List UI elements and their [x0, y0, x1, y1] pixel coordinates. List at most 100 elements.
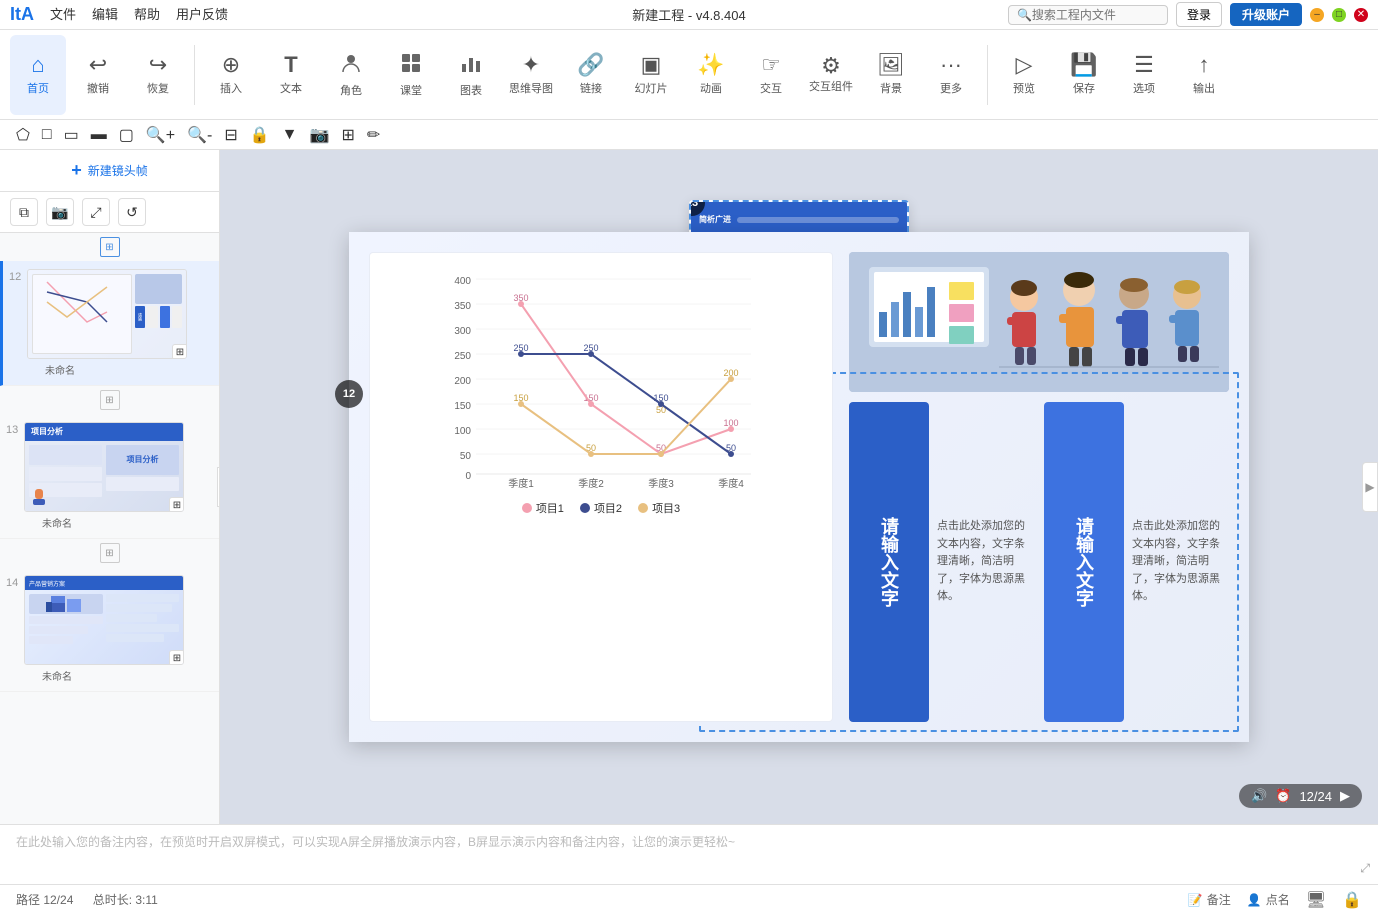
- card-1-body[interactable]: 点击此处添加您的文本内容，文字条理清晰，简洁明了，字体为思源黑体。: [937, 402, 1034, 722]
- plus-icon: +: [71, 160, 82, 181]
- tool-save[interactable]: 💾 保存: [1056, 35, 1112, 115]
- shape-tool-dropdown[interactable]: ▼: [282, 126, 298, 144]
- svg-text:季度1: 季度1: [508, 477, 534, 489]
- tool-chart[interactable]: 图表: [443, 35, 499, 115]
- tool-preview-label: 预览: [1013, 80, 1035, 96]
- slide-badge-13: ⊞: [169, 497, 184, 512]
- slide14-right: [106, 594, 180, 662]
- slide-canvas-12[interactable]: 400 350 300 250 200 150 100 50 0: [349, 232, 1249, 742]
- card-1-group: 请输入文字 点击此处添加您的文本内容，文字条理清晰，简洁明了，字体为思源黑体。: [849, 402, 1034, 722]
- sign-button[interactable]: 👤 点名: [1247, 891, 1290, 908]
- search-icon: 🔍: [1017, 8, 1032, 22]
- tool-role[interactable]: 角色: [323, 35, 379, 115]
- card-2-body[interactable]: 点击此处添加您的文本内容，文字条理清晰，简洁明了，字体为思源黑体。: [1132, 402, 1229, 722]
- tool-chart-label: 图表: [460, 82, 482, 98]
- tool-redo[interactable]: ↪ 恢复: [130, 35, 186, 115]
- shape-tool-align-left[interactable]: ⊟: [224, 125, 237, 145]
- tool-interact-component[interactable]: ⚙ 交互组件: [803, 35, 859, 115]
- chart-container[interactable]: 400 350 300 250 200 150 100 50 0: [369, 252, 833, 722]
- tool-interact-label: 交互: [760, 80, 782, 96]
- interact-component-icon: ⚙: [821, 55, 841, 77]
- search-box[interactable]: 🔍: [1008, 5, 1168, 25]
- menu-help[interactable]: 帮助: [134, 4, 160, 25]
- tool-more[interactable]: ··· 更多: [923, 35, 979, 115]
- canvas-area: 13 简析广进: [220, 150, 1378, 824]
- tool-text-label: 文本: [280, 80, 302, 96]
- slide12-content: 400 350 300 250 200 150 100 50 0: [349, 232, 1249, 742]
- shape-tool-pentagon[interactable]: ⬠: [16, 125, 30, 145]
- upgrade-button[interactable]: 升级账户: [1230, 3, 1302, 26]
- slide-number-14: 14: [6, 575, 24, 589]
- shape-tool-rect-outline[interactable]: ▭: [64, 125, 79, 145]
- slide-item-14[interactable]: 14 产品营销方案: [0, 567, 219, 692]
- secondary-toolbar: ⬠ □ ▭ ▬ ▢ 🔍+ 🔍- ⊟ 🔒 ▼ 📷 ⊞ ✏: [0, 120, 1378, 150]
- tool-options[interactable]: ☰ 选项: [1116, 35, 1172, 115]
- tool-link-label: 链接: [580, 80, 602, 96]
- tool-text[interactable]: T 文本: [263, 35, 319, 115]
- slide13-illustration: [29, 487, 49, 507]
- menu-edit[interactable]: 编辑: [92, 4, 118, 25]
- slide-thumb-12: 请输 ⊞: [27, 269, 187, 359]
- new-frame-button[interactable]: + 新建镜头帧: [0, 150, 219, 192]
- shape-tool-camera[interactable]: 📷: [310, 125, 330, 145]
- copy-frame-button[interactable]: ⧉: [10, 198, 38, 226]
- slide-item-13[interactable]: 13 项目分析: [0, 414, 219, 539]
- slide13-preview-subtitle: 简析广进: [699, 214, 731, 225]
- card-2-group: 请输入文字 点击此处添加您的文本内容，文字条理清晰，简洁明了，字体为思源黑体。: [1044, 402, 1229, 722]
- role-icon: [340, 52, 362, 78]
- card-2-blue[interactable]: 请输入文字: [1044, 402, 1124, 722]
- card-1-blue[interactable]: 请输入文字: [849, 402, 929, 722]
- tool-export[interactable]: ↑ 输出: [1176, 35, 1232, 115]
- rotate-icon: ↺: [126, 204, 138, 221]
- svg-text:100: 100: [454, 426, 471, 437]
- tool-link[interactable]: 🔗 链接: [563, 35, 619, 115]
- tool-slide[interactable]: ▣ 幻灯片: [623, 35, 679, 115]
- rotate-button[interactable]: ↺: [118, 198, 146, 226]
- slide14-left: [29, 594, 103, 662]
- lesson-icon: [400, 52, 422, 78]
- tool-role-label: 角色: [340, 82, 362, 98]
- shape-tool-edit[interactable]: ✏: [367, 125, 380, 145]
- login-button[interactable]: 登录: [1176, 2, 1222, 27]
- slide-item-12[interactable]: 12: [0, 261, 219, 386]
- menu-file[interactable]: 文件: [50, 4, 76, 25]
- shape-tool-grid-view[interactable]: ⊞: [341, 125, 354, 145]
- shape-tool-lock[interactable]: 🔒: [250, 125, 270, 145]
- legend-dot-3: [638, 503, 648, 513]
- slide-icon-indicator-14: ⊞: [100, 543, 120, 563]
- shape-tool-zoom-in[interactable]: 🔍+: [146, 125, 175, 145]
- shape-tool-rect-fill[interactable]: ▬: [91, 126, 107, 144]
- notes-expand-button[interactable]: ⤢: [1360, 861, 1370, 876]
- note-button[interactable]: 📝 备注: [1188, 891, 1231, 908]
- tool-more-label: 更多: [940, 80, 962, 96]
- slide14-header: 产品营销方案: [25, 576, 183, 590]
- close-button[interactable]: ✕: [1354, 8, 1368, 22]
- tool-undo[interactable]: ↩ 撤销: [70, 35, 126, 115]
- shape-tool-square-outline[interactable]: □: [42, 126, 52, 144]
- maximize-button[interactable]: □: [1332, 8, 1346, 22]
- tool-insert[interactable]: ⊕ 插入: [203, 35, 259, 115]
- search-input[interactable]: [1032, 8, 1152, 22]
- status-screen-icon[interactable]: 🖥: [1306, 890, 1326, 910]
- tool-export-label: 输出: [1193, 80, 1215, 96]
- team-photo[interactable]: [849, 252, 1229, 392]
- camera-button[interactable]: 📷: [46, 198, 74, 226]
- tool-mindmap[interactable]: ✦ 思维导图: [503, 35, 559, 115]
- tool-preview[interactable]: ▷ 预览: [996, 35, 1052, 115]
- tool-lesson[interactable]: 课堂: [383, 35, 439, 115]
- slide14-inner: 产品营销方案: [25, 576, 183, 664]
- tool-background[interactable]: 🖼 背景: [863, 35, 919, 115]
- save-icon: 💾: [1070, 54, 1097, 76]
- shape-tool-zoom-out[interactable]: 🔍-: [187, 125, 212, 145]
- status-lock-icon[interactable]: 🔒: [1342, 890, 1362, 910]
- right-panel-collapse[interactable]: ▶: [1362, 462, 1378, 512]
- tool-interact[interactable]: ☞ 交互: [743, 35, 799, 115]
- main-area: + 新建镜头帧 ⧉ 📷 ⤢ ↺ ⊞ 12: [0, 150, 1378, 824]
- fullscreen-button[interactable]: ⤢: [82, 198, 110, 226]
- tool-animate[interactable]: ✨ 动画: [683, 35, 739, 115]
- collapse-right-icon: ▶: [1365, 480, 1374, 494]
- shape-tool-round-rect[interactable]: ▢: [119, 125, 134, 145]
- menu-feedback[interactable]: 用户反馈: [176, 4, 228, 25]
- tool-home[interactable]: ⌂ 首页: [10, 35, 66, 115]
- minimize-button[interactable]: –: [1310, 8, 1324, 22]
